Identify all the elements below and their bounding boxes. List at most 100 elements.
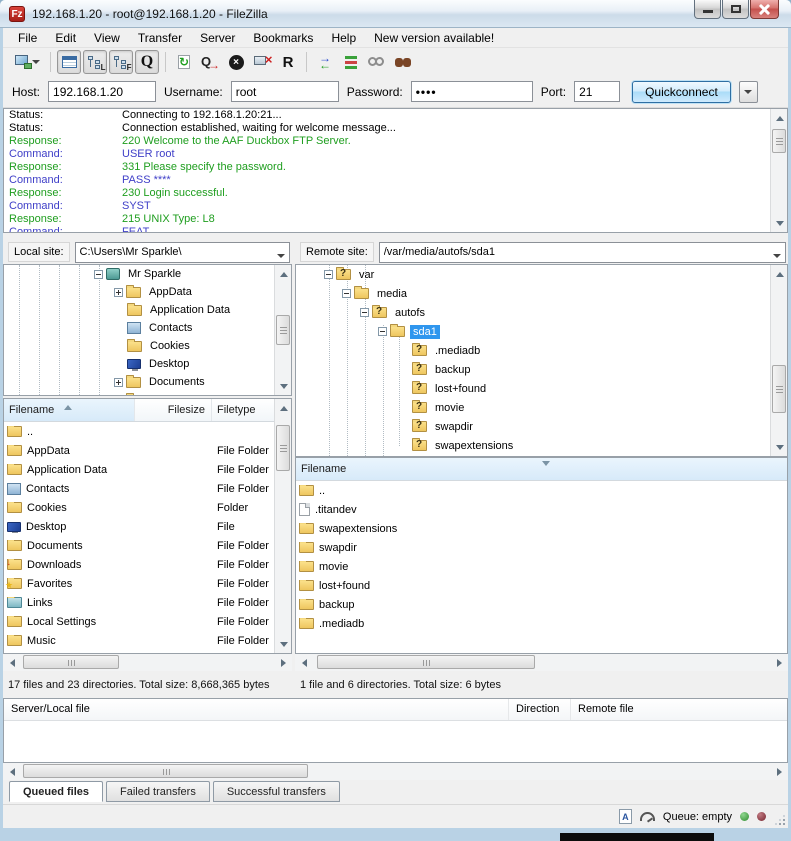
collapse-icon[interactable] bbox=[360, 308, 369, 317]
toggle-queue-button[interactable]: Q bbox=[135, 50, 159, 74]
local-site-combobox[interactable]: C:\Users\Mr Sparkle\ bbox=[75, 242, 290, 263]
scrollbar-thumb[interactable] bbox=[772, 365, 786, 413]
tree-item-label[interactable]: var bbox=[356, 268, 377, 282]
menu-view[interactable]: View bbox=[85, 29, 129, 47]
menu-transfer[interactable]: Transfer bbox=[129, 29, 191, 47]
tab-queued-files[interactable]: Queued files bbox=[9, 781, 103, 802]
collapse-icon[interactable] bbox=[94, 270, 103, 279]
file-row[interactable]: .. bbox=[296, 481, 788, 500]
menu-bookmarks[interactable]: Bookmarks bbox=[244, 29, 322, 47]
host-input[interactable] bbox=[48, 81, 156, 102]
collapse-icon[interactable] bbox=[342, 289, 351, 298]
collapse-icon[interactable] bbox=[324, 270, 333, 279]
tree-item-mediadb[interactable]: ? .mediadb bbox=[296, 341, 770, 360]
site-manager-button[interactable] bbox=[10, 50, 44, 74]
tree-item-label[interactable]: AppData bbox=[146, 285, 195, 299]
menu-help[interactable]: Help bbox=[322, 29, 365, 47]
file-row[interactable]: swapdir bbox=[296, 538, 788, 557]
scroll-down-button[interactable] bbox=[275, 378, 292, 395]
port-input[interactable] bbox=[574, 81, 620, 102]
file-row[interactable]: Local Settings File Folder bbox=[4, 612, 276, 631]
tree-item-label[interactable]: Downloads bbox=[146, 393, 206, 396]
remote-list-horizontal-scrollbar[interactable] bbox=[295, 654, 788, 671]
quickconnect-dropdown-button[interactable] bbox=[739, 81, 758, 103]
quickconnect-button[interactable]: Quickconnect bbox=[632, 81, 731, 103]
tree-item-appdata[interactable]: AppData bbox=[4, 283, 274, 301]
tree-item-label[interactable]: Cookies bbox=[147, 339, 193, 353]
file-row[interactable]: Application Data File Folder bbox=[4, 460, 276, 479]
expand-icon[interactable] bbox=[114, 396, 123, 397]
tree-item-label-selected[interactable]: sda1 bbox=[410, 325, 440, 339]
scroll-up-button[interactable] bbox=[275, 399, 292, 416]
tree-item-contacts[interactable]: Contacts bbox=[4, 319, 274, 337]
menu-file[interactable]: File bbox=[9, 29, 46, 47]
scrollbar-thumb[interactable] bbox=[276, 425, 290, 471]
tree-item-cookies[interactable]: Cookies bbox=[4, 337, 274, 355]
process-queue-button[interactable]: Q→ bbox=[198, 50, 222, 74]
scroll-up-button[interactable] bbox=[275, 265, 292, 282]
file-row[interactable]: ★Favorites File Folder bbox=[4, 574, 276, 593]
tree-item-swapdir[interactable]: ? swapdir bbox=[296, 417, 770, 436]
expand-icon[interactable] bbox=[114, 288, 123, 297]
tree-item-application-data[interactable]: Application Data bbox=[4, 301, 274, 319]
local-list-horizontal-scrollbar[interactable] bbox=[3, 654, 292, 671]
directory-comparison-button[interactable]: →← bbox=[313, 50, 337, 74]
toggle-message-log-button[interactable] bbox=[57, 50, 81, 74]
tree-item-media[interactable]: media bbox=[296, 284, 770, 303]
tab-failed-transfers[interactable]: Failed transfers bbox=[106, 781, 210, 802]
file-row[interactable]: .. bbox=[4, 422, 276, 441]
tree-item-label[interactable]: .mediadb bbox=[432, 344, 483, 358]
remote-site-combobox[interactable]: /var/media/autofs/sda1 bbox=[379, 242, 786, 263]
expand-icon[interactable] bbox=[114, 378, 123, 387]
menu-new-version[interactable]: New version available! bbox=[365, 29, 503, 47]
file-row[interactable]: lost+found bbox=[296, 576, 788, 595]
column-header-direction[interactable]: Direction bbox=[509, 699, 571, 720]
scroll-left-button[interactable] bbox=[3, 763, 20, 780]
scroll-left-button[interactable] bbox=[3, 654, 20, 671]
file-row[interactable]: backup bbox=[296, 595, 788, 614]
scroll-right-button[interactable] bbox=[771, 763, 788, 780]
tree-item-var[interactable]: ? var bbox=[296, 265, 770, 284]
tree-item-label[interactable]: backup bbox=[432, 363, 473, 377]
speed-limits-icon[interactable] bbox=[640, 812, 655, 821]
scroll-up-button[interactable] bbox=[771, 265, 788, 282]
tree-item-lost-found[interactable]: ? lost+found bbox=[296, 379, 770, 398]
tree-item-label[interactable]: autofs bbox=[392, 306, 428, 320]
refresh-button[interactable]: ↻ bbox=[172, 50, 196, 74]
tree-item-swapextensions[interactable]: ? swapextensions bbox=[296, 436, 770, 455]
scroll-down-button[interactable] bbox=[771, 215, 788, 232]
scroll-left-button[interactable] bbox=[295, 654, 312, 671]
local-list-vertical-scrollbar[interactable] bbox=[274, 399, 291, 653]
file-row[interactable]: .mediadb bbox=[296, 614, 788, 633]
tree-item-label[interactable]: media bbox=[374, 287, 410, 301]
tree-item-movie[interactable]: ? movie bbox=[296, 398, 770, 417]
file-row[interactable]: swapextensions bbox=[296, 519, 788, 538]
maximize-button[interactable] bbox=[722, 0, 749, 19]
column-header-filesize[interactable]: Filesize bbox=[135, 399, 212, 421]
username-input[interactable] bbox=[231, 81, 339, 102]
transfer-type-icon[interactable]: A bbox=[619, 809, 632, 824]
tree-item-label[interactable]: Mr Sparkle bbox=[125, 267, 184, 281]
scrollbar-thumb[interactable] bbox=[276, 315, 290, 345]
tree-item-label[interactable]: Documents bbox=[146, 375, 208, 389]
file-row[interactable]: Contacts File Folder bbox=[4, 479, 276, 498]
scrollbar-thumb[interactable] bbox=[23, 655, 119, 669]
tree-item-autofs[interactable]: ? autofs bbox=[296, 303, 770, 322]
file-row[interactable]: Music File Folder bbox=[4, 631, 276, 650]
remote-tree-vertical-scrollbar[interactable] bbox=[770, 265, 787, 456]
scrollbar-thumb[interactable] bbox=[772, 129, 786, 153]
toggle-remote-tree-button[interactable]: F bbox=[109, 50, 133, 74]
tree-item-mr-sparkle[interactable]: Mr Sparkle bbox=[4, 265, 274, 283]
file-row[interactable]: ↓Downloads File Folder bbox=[4, 555, 276, 574]
column-header-filename[interactable]: Filename bbox=[296, 458, 787, 480]
tree-item-label[interactable]: movie bbox=[432, 401, 467, 415]
tree-item-label[interactable]: swapextensions bbox=[432, 439, 516, 453]
tree-item-sda1[interactable]: sda1 bbox=[296, 322, 770, 341]
tree-item-desktop[interactable]: Desktop bbox=[4, 355, 274, 373]
collapse-icon[interactable] bbox=[378, 327, 387, 336]
log-vertical-scrollbar[interactable] bbox=[770, 109, 787, 232]
file-row[interactable]: AppData File Folder bbox=[4, 441, 276, 460]
scroll-right-button[interactable] bbox=[275, 654, 292, 671]
toggle-local-tree-button[interactable]: L bbox=[83, 50, 107, 74]
column-header-server-local-file[interactable]: Server/Local file bbox=[4, 699, 509, 720]
